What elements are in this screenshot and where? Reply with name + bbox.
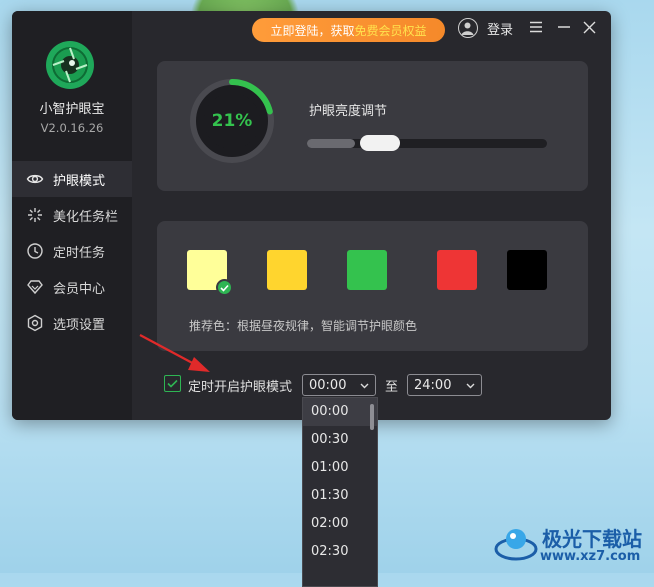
to-label: 至 <box>385 380 399 395</box>
time-option[interactable]: 02:30 <box>303 538 377 566</box>
start-time-dropdown: 00:00 00:30 01:00 01:30 02:00 02:30 <box>302 397 378 587</box>
site-watermark: 极光下载站 www.xz7.com <box>493 521 653 571</box>
dropdown-scrollbar[interactable] <box>370 404 374 430</box>
diamond-icon <box>26 278 44 296</box>
sidebar-item-label: 定时任务 <box>53 245 106 261</box>
selected-check-icon <box>216 279 233 296</box>
timer-checkbox[interactable] <box>164 375 181 392</box>
time-option[interactable]: 01:30 <box>303 482 377 510</box>
checkmark-icon <box>167 379 178 388</box>
time-option[interactable]: 02:00 <box>303 510 377 538</box>
minimize-icon[interactable] <box>554 17 574 37</box>
color-swatch-black[interactable] <box>507 250 547 290</box>
sidebar-item-member[interactable]: 会员中心 <box>12 269 132 305</box>
app-window: 小智护眼宝 V2.0.16.26 护眼模式 美化任务栏 定时任务 会员中心 选项… <box>12 11 611 420</box>
sidebar-item-label: 会员中心 <box>53 281 106 297</box>
brightness-ring: 21% <box>187 76 277 166</box>
sparkle-icon <box>26 206 44 224</box>
app-logo <box>46 41 94 89</box>
time-option[interactable]: 00:00 <box>303 398 377 426</box>
promo-text: 立即登陆，获取 <box>270 23 355 38</box>
sidebar-item-settings[interactable]: 选项设置 <box>12 305 132 341</box>
watermark-title: 极光下载站 <box>542 527 642 551</box>
recommend-color-text: 推荐色：根据昼夜规律，智能调节护眼颜色 <box>189 319 418 333</box>
brightness-card: 21% 护眼亮度调节 <box>157 61 588 191</box>
eye-icon <box>26 170 44 188</box>
color-swatch-red[interactable] <box>437 250 477 290</box>
promo-login-banner[interactable]: 立即登陆，获取 免费会员权益 <box>252 18 445 42</box>
time-option[interactable]: 01:00 <box>303 454 377 482</box>
color-swatch-yellow[interactable] <box>267 250 307 290</box>
brightness-title: 护眼亮度调节 <box>309 104 388 119</box>
sidebar-item-timer[interactable]: 定时任务 <box>12 233 132 269</box>
clock-icon <box>26 242 44 260</box>
user-avatar-icon[interactable] <box>458 18 478 38</box>
time-option[interactable]: 00:30 <box>303 426 377 454</box>
close-icon[interactable] <box>579 17 599 37</box>
sidebar-nav: 护眼模式 美化任务栏 定时任务 会员中心 选项设置 <box>12 161 132 341</box>
timer-label: 定时开启护眼模式 <box>188 380 293 395</box>
gear-icon <box>26 314 44 332</box>
login-link[interactable]: 登录 <box>487 19 513 38</box>
app-name: 小智护眼宝 <box>39 102 105 117</box>
color-swatch-green[interactable] <box>347 250 387 290</box>
sidebar: 小智护眼宝 V2.0.16.26 护眼模式 美化任务栏 定时任务 会员中心 选项… <box>12 11 132 420</box>
color-swatch-light-yellow[interactable] <box>187 250 233 296</box>
brightness-slider-thumb[interactable] <box>360 135 400 151</box>
sidebar-item-label: 护眼模式 <box>53 173 106 189</box>
watermark-url: www.xz7.com <box>540 549 641 564</box>
end-time-value: 24:00 <box>414 377 452 393</box>
app-version: V2.0.16.26 <box>40 121 104 135</box>
brightness-slider-fill <box>307 139 355 148</box>
sidebar-item-taskbar[interactable]: 美化任务栏 <box>12 197 132 233</box>
start-time-value: 00:00 <box>309 377 347 393</box>
camera-aperture-icon <box>52 47 88 83</box>
promo-highlight: 免费会员权益 <box>354 23 427 38</box>
brightness-percent: 21% <box>204 93 260 149</box>
chevron-down-icon <box>360 383 369 389</box>
sidebar-item-label: 选项设置 <box>53 317 106 333</box>
chevron-down-icon <box>466 383 475 389</box>
start-time-select[interactable]: 00:00 <box>302 374 376 396</box>
watermark-logo-icon <box>494 529 538 561</box>
brightness-slider[interactable] <box>307 135 547 151</box>
sidebar-item-label: 美化任务栏 <box>53 209 119 225</box>
sidebar-item-eye-mode[interactable]: 护眼模式 <box>12 161 132 197</box>
end-time-select[interactable]: 24:00 <box>407 374 482 396</box>
color-card: 推荐色：根据昼夜规律，智能调节护眼颜色 <box>157 221 588 351</box>
menu-icon[interactable] <box>526 17 546 37</box>
annotation-arrow-icon <box>139 334 210 372</box>
